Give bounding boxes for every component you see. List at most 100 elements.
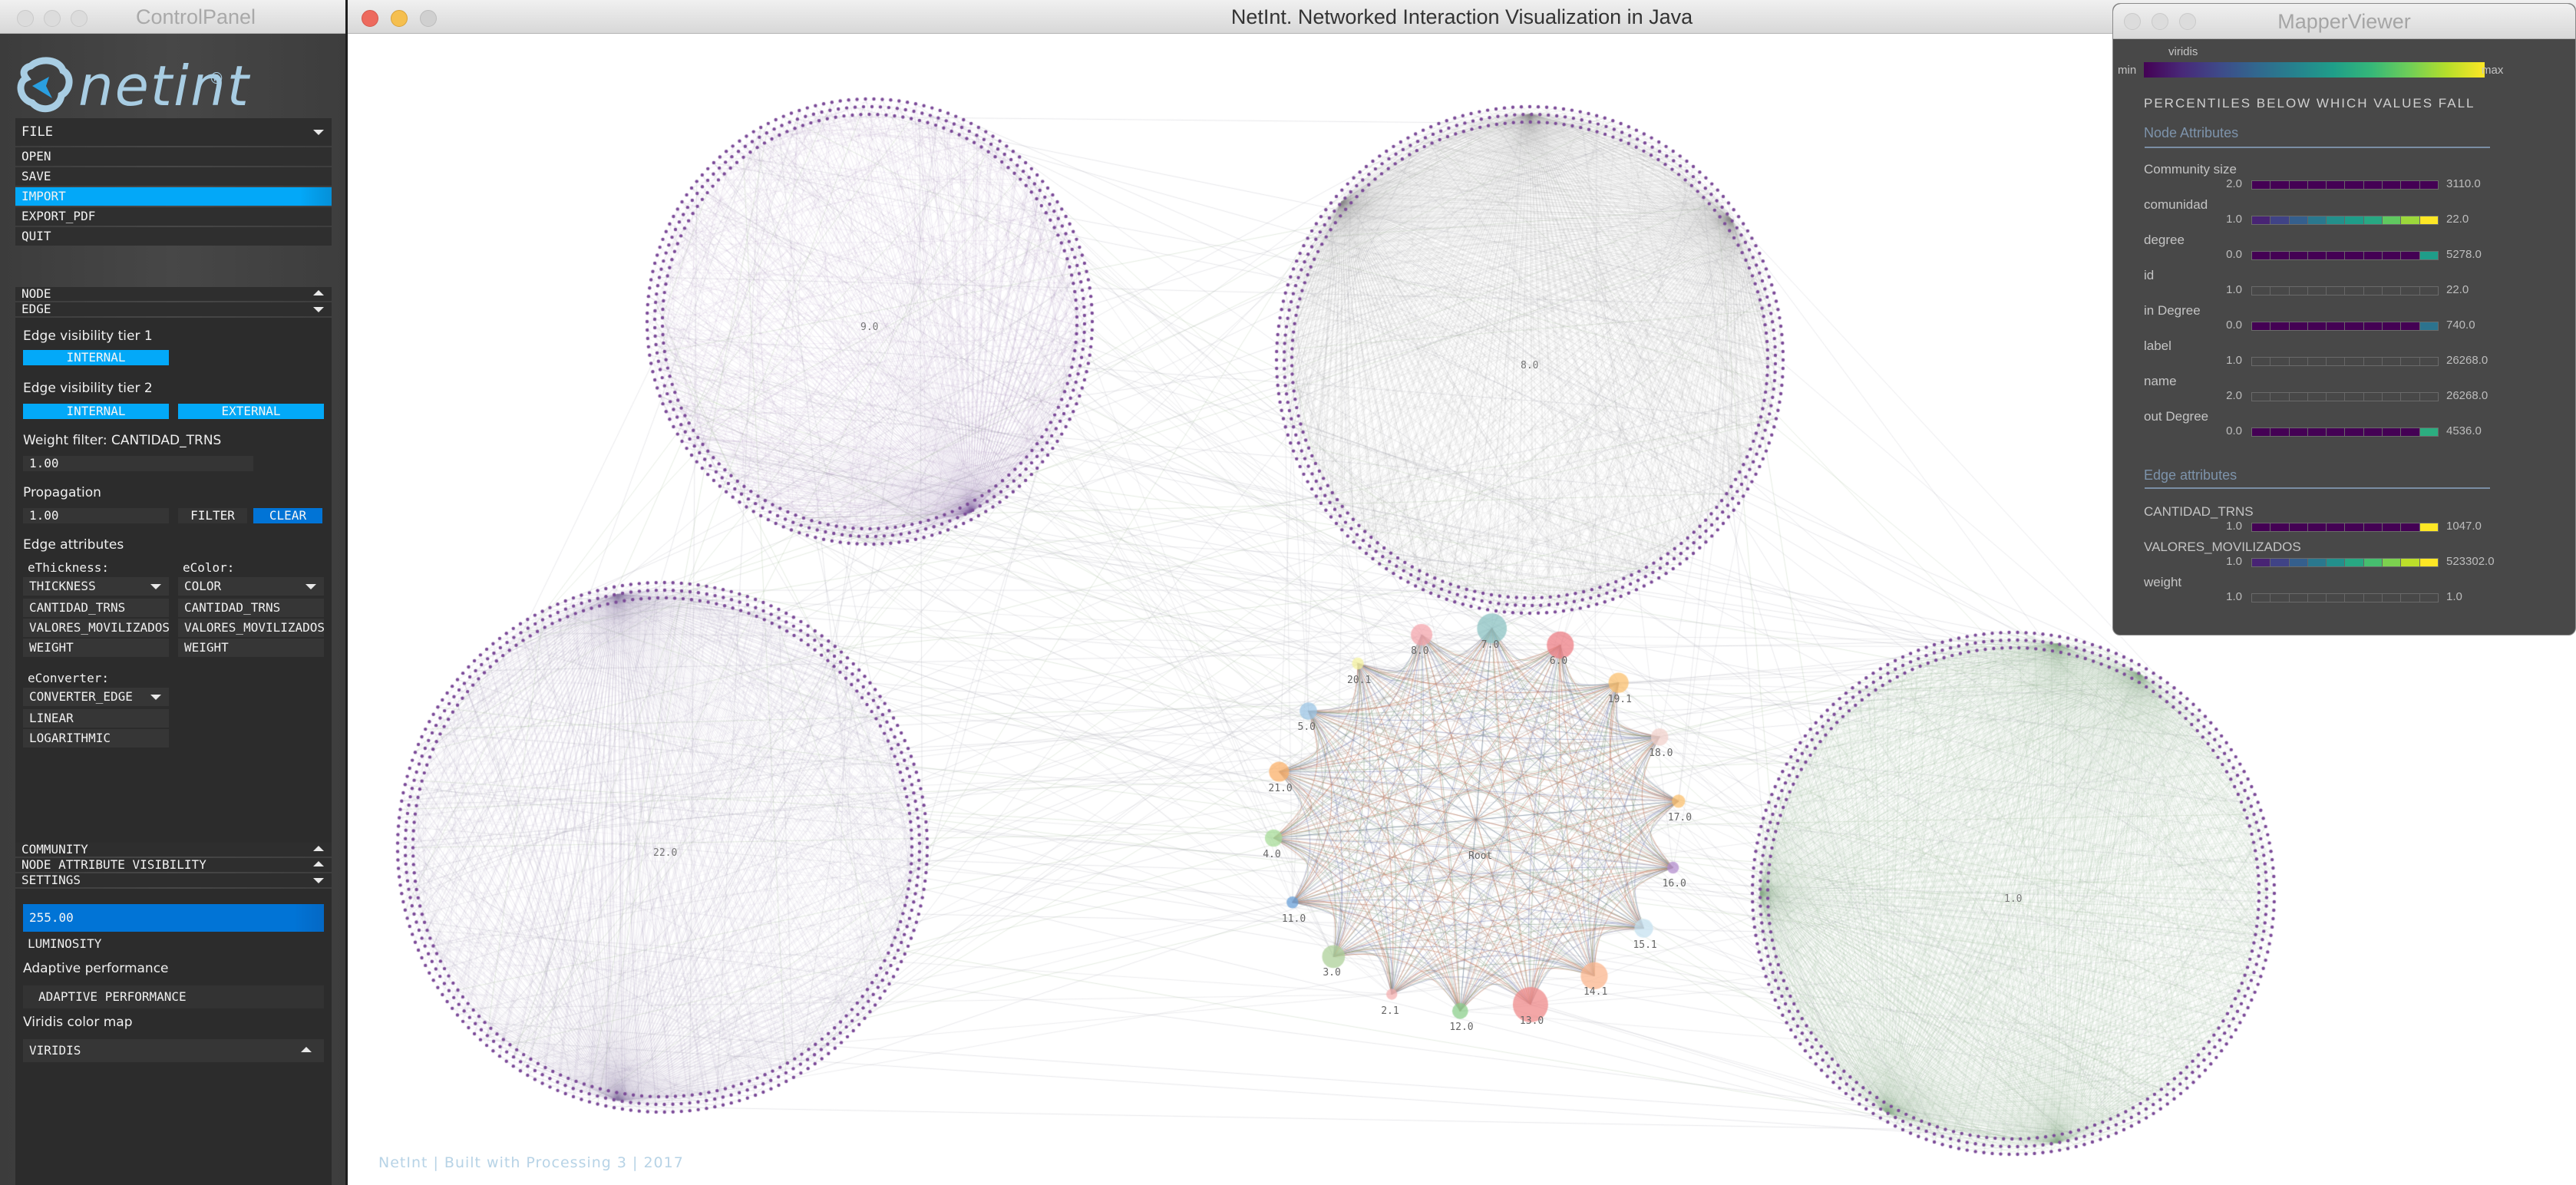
econverter-option-linear[interactable]: LINEAR xyxy=(23,709,169,728)
attribute-min: 0.0 xyxy=(2226,424,2242,437)
ecolor-option[interactable]: VALORES_MOVILIZADOS xyxy=(178,619,324,637)
econverter-option-logarithmic[interactable]: LOGARITHMIC xyxy=(23,729,169,748)
chevron-up-icon xyxy=(313,290,324,295)
ecolor-dropdown[interactable]: COLOR xyxy=(178,577,324,596)
percentile-segment xyxy=(2401,594,2420,602)
file-menu-item-quit[interactable]: QUIT xyxy=(15,227,332,246)
percentile-segment xyxy=(2252,393,2271,401)
percentile-segment xyxy=(2271,523,2290,531)
econverter-dropdown[interactable]: CONVERTER_EDGE xyxy=(23,688,169,706)
percentile-segment xyxy=(2327,428,2346,436)
percentile-segment xyxy=(2271,358,2290,365)
file-menu-dropdown[interactable]: FILE xyxy=(15,118,332,146)
percentile-segment xyxy=(2327,181,2346,189)
viridis-dropdown[interactable]: VIRIDIS xyxy=(23,1039,324,1062)
section-settings[interactable]: SETTINGS xyxy=(15,873,332,887)
attribute-name: degree xyxy=(2144,233,2185,247)
section-node[interactable]: NODE xyxy=(15,287,332,301)
file-menu-item-open[interactable]: OPEN xyxy=(15,147,332,166)
econverter-label: eConverter: xyxy=(28,671,109,685)
attribute-min: 0.0 xyxy=(2226,248,2242,261)
file-menu-item-import[interactable]: IMPORT xyxy=(15,187,332,206)
percentile-segment xyxy=(2383,216,2402,224)
control-panel-titlebar[interactable]: ControlPanel xyxy=(0,0,345,34)
window-title: ControlPanel xyxy=(135,5,256,28)
menu-item-label: QUIT xyxy=(21,229,51,243)
attribute-name: name xyxy=(2144,374,2177,388)
cluster-node-label: 3.0 xyxy=(1323,967,1341,979)
tier2-internal-toggle[interactable]: INTERNAL xyxy=(23,404,169,419)
percentile-segment xyxy=(2383,559,2402,566)
percentile-segment xyxy=(2363,559,2383,566)
percentile-segment xyxy=(2363,181,2383,189)
menu-item-label: SAVE xyxy=(21,169,51,183)
ethickness-option[interactable]: WEIGHT xyxy=(23,639,169,657)
percentile-segment xyxy=(2289,322,2308,330)
cluster-node-label: 16.0 xyxy=(1662,878,1686,890)
attribute-name: VALORES_MOVILIZADOS xyxy=(2144,540,2301,554)
section-label: NODE ATTRIBUTE VISIBILITY xyxy=(21,857,206,872)
percentile-segment xyxy=(2271,181,2290,189)
percentile-segment xyxy=(2271,287,2290,295)
percentile-segment xyxy=(2307,252,2327,259)
cluster-node-label: 15.1 xyxy=(1633,939,1657,951)
percentile-segment xyxy=(2271,393,2290,401)
section-node-attribute-visibility[interactable]: NODE ATTRIBUTE VISIBILITY xyxy=(15,858,332,872)
settings-section-panel: 255.00 LUMINOSITY Adaptive performance A… xyxy=(15,889,332,1185)
percentile-segment xyxy=(2419,428,2438,436)
weight-filter-label: Weight filter: CANTIDAD_TRNS xyxy=(23,433,222,448)
attribute-max: 740.0 xyxy=(2446,319,2475,332)
section-community[interactable]: COMMUNITY xyxy=(15,843,332,857)
percentile-segment xyxy=(2307,559,2327,566)
percentile-segment xyxy=(2252,252,2271,259)
percentile-segment xyxy=(2401,287,2420,295)
percentile-segment xyxy=(2252,428,2271,436)
ethickness-option[interactable]: VALORES_MOVILIZADOS xyxy=(23,619,169,637)
tier1-internal-toggle[interactable]: INTERNAL xyxy=(23,350,169,365)
clear-button[interactable]: CLEAR xyxy=(253,508,322,523)
filter-button[interactable]: FILTER xyxy=(178,508,247,523)
attribute-name: Community size xyxy=(2144,162,2237,177)
cluster-node-label: 19.1 xyxy=(1607,693,1632,705)
attribute-max: 4536.0 xyxy=(2446,424,2482,437)
mapper-viewer-titlebar[interactable]: MapperViewer xyxy=(2113,4,2575,39)
attribute-min: 1.0 xyxy=(2226,213,2242,226)
percentile-segment xyxy=(2419,252,2438,259)
percentile-bar xyxy=(2251,357,2439,366)
percentile-segment xyxy=(2383,428,2402,436)
chevron-down-icon xyxy=(313,878,324,883)
adaptive-performance-toggle[interactable]: ADAPTIVE PERFORMANCE xyxy=(23,985,324,1008)
weight-filter-input[interactable]: 1.00 xyxy=(23,456,253,471)
file-menu-item-export-pdf[interactable]: EXPORT_PDF xyxy=(15,207,332,226)
tier2-external-toggle[interactable]: EXTERNAL xyxy=(178,404,324,419)
percentile-segment xyxy=(2308,287,2327,295)
percentile-segment xyxy=(2327,252,2346,259)
percentile-segment xyxy=(2383,523,2402,531)
percentile-segment xyxy=(2308,393,2327,401)
percentile-segment xyxy=(2252,594,2271,602)
luminosity-slider[interactable]: 255.00 xyxy=(23,904,324,932)
attribute-name: comunidad xyxy=(2144,197,2208,212)
ecolor-option[interactable]: CANTIDAD_TRNS xyxy=(178,599,324,617)
ethickness-dropdown[interactable]: THICKNESS xyxy=(23,577,169,596)
percentile-segment xyxy=(2383,181,2402,189)
attribute-max: 22.0 xyxy=(2446,283,2469,296)
close-button[interactable] xyxy=(17,10,34,27)
percentile-bar xyxy=(2251,286,2439,295)
community-label: 22.0 xyxy=(653,847,678,859)
colormap-name: viridis xyxy=(2168,45,2198,58)
ethickness-option[interactable]: CANTIDAD_TRNS xyxy=(23,599,169,617)
attribute-name: label xyxy=(2144,338,2171,353)
ecolor-option[interactable]: WEIGHT xyxy=(178,639,324,657)
percentile-segment xyxy=(2345,181,2364,189)
percentile-segment xyxy=(2363,428,2383,436)
percentile-bar xyxy=(2251,216,2439,225)
percentile-segment xyxy=(2363,322,2383,330)
propagation-input[interactable]: 1.00 xyxy=(23,508,169,523)
chevron-down-icon xyxy=(150,584,161,589)
section-label: SETTINGS xyxy=(21,873,81,887)
file-menu-item-save[interactable]: SAVE xyxy=(15,167,332,186)
cluster-node-label: 5.0 xyxy=(1297,721,1316,734)
section-edge[interactable]: EDGE xyxy=(15,302,332,316)
percentile-segment xyxy=(2252,322,2271,330)
